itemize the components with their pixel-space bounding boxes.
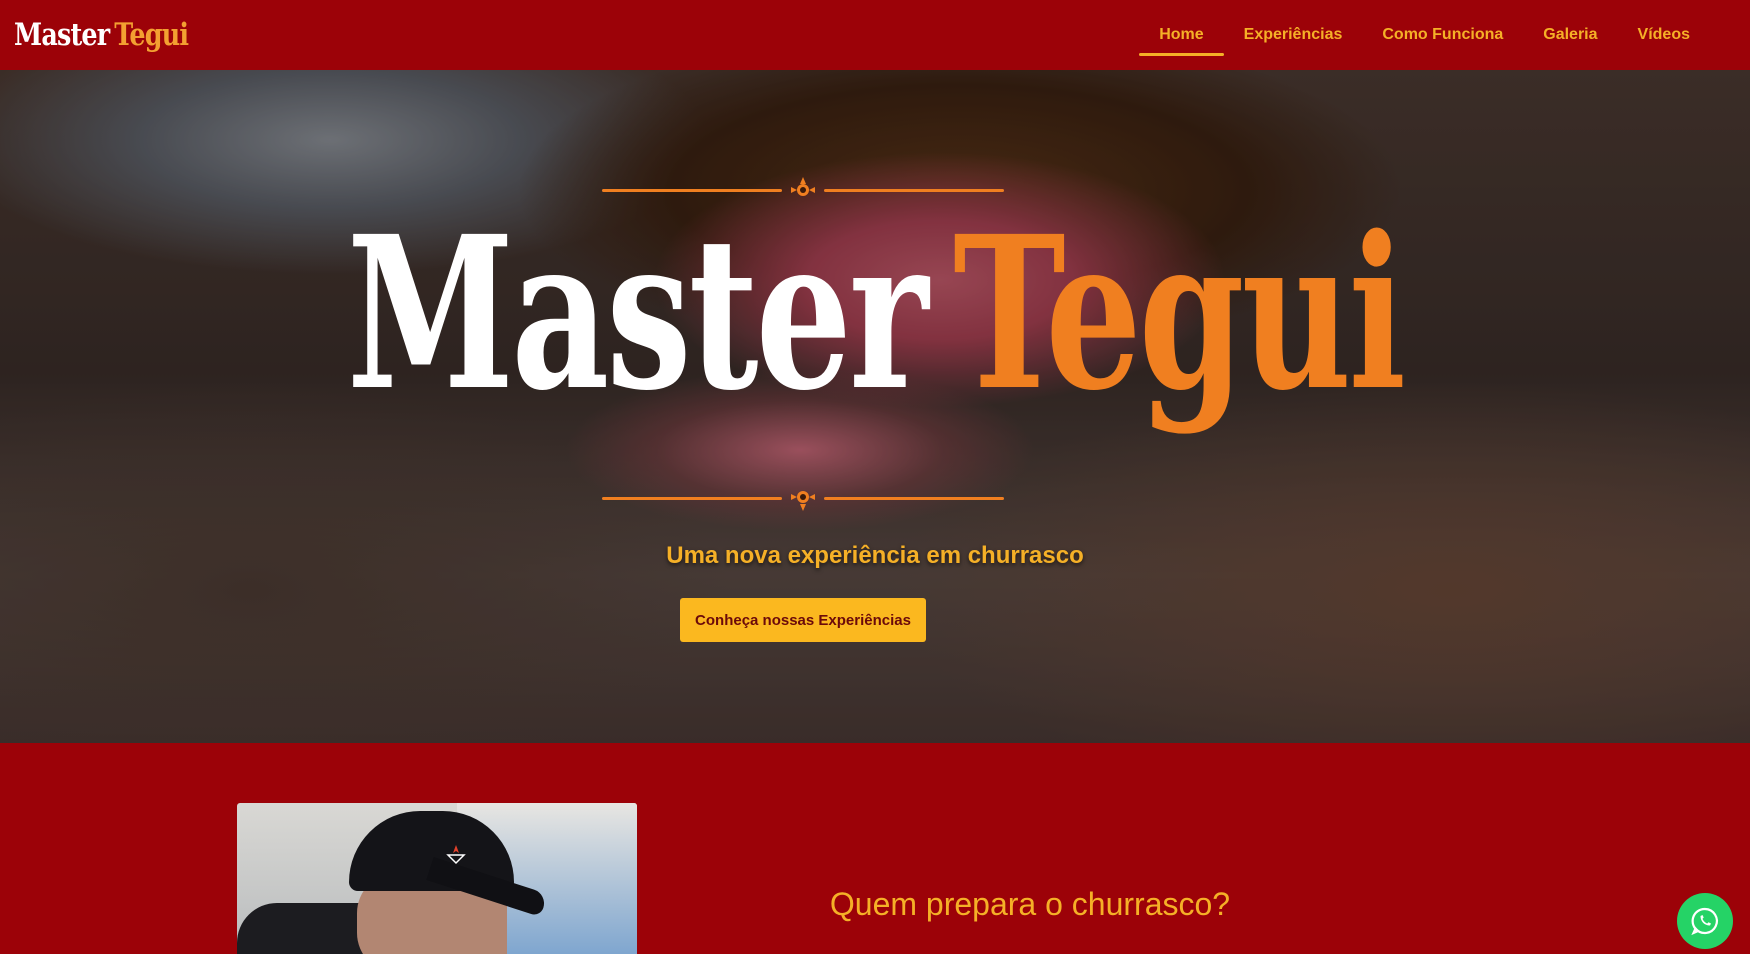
site-logo[interactable]: Master Tegui	[14, 12, 189, 58]
logo-word-tegui: Tegui	[114, 17, 189, 53]
bottom-ornament-divider	[602, 483, 1004, 513]
ornament-icon	[791, 491, 815, 511]
hero-title-tegui: Tegui	[953, 190, 1406, 437]
nav-item-galeria[interactable]: Galeria	[1543, 0, 1597, 70]
cap-logo-icon	[446, 845, 466, 865]
whatsapp-icon	[1691, 907, 1718, 936]
nav-item-experiencias[interactable]: Experiências	[1244, 0, 1343, 70]
chef-photo	[237, 803, 637, 954]
experiences-cta-button[interactable]: Conheça nossas Experiências	[680, 598, 926, 642]
logo-word-master: Master	[14, 17, 110, 53]
about-section-title: Quem prepara o churrasco?	[829, 886, 1231, 922]
hero-title-master: Master	[346, 190, 929, 437]
nav-item-como-funciona[interactable]: Como Funciona	[1382, 0, 1503, 70]
hero-tagline: Uma nova experiência em churrasco	[666, 542, 1084, 569]
site-header: Master Tegui Home Experiências Como Func…	[0, 0, 1750, 70]
hero-title: Master Tegui	[245, 204, 1505, 424]
main-nav: Home Experiências Como Funciona Galeria …	[1138, 0, 1710, 70]
whatsapp-button[interactable]	[1677, 893, 1733, 949]
nav-item-home[interactable]: Home	[1138, 0, 1225, 70]
hero-banner: Master Tegui Uma nova experiência em chur…	[0, 70, 1750, 743]
nav-item-videos[interactable]: Vídeos	[1638, 0, 1690, 70]
